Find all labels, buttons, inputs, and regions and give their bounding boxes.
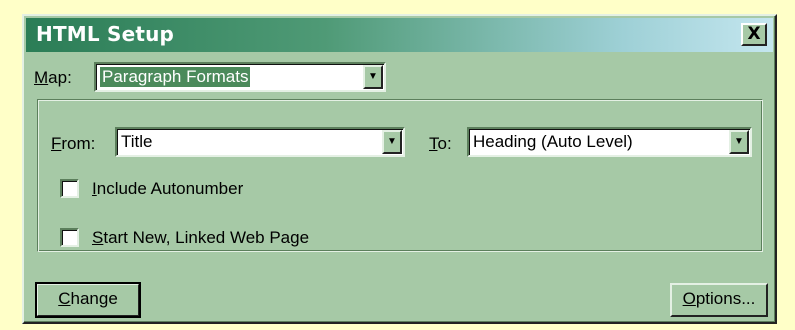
map-label: Map: bbox=[34, 68, 72, 87]
from-select-value: Title bbox=[121, 132, 153, 151]
from-label: From: bbox=[51, 134, 96, 153]
html-setup-dialog: HTML Setup X Map: Paragraph Formats ▼ Fr… bbox=[22, 14, 777, 324]
close-button[interactable]: X bbox=[741, 23, 767, 46]
to-select[interactable]: Heading (Auto Level) ▼ bbox=[467, 127, 752, 157]
map-select-value: Paragraph Formats bbox=[98, 66, 252, 88]
to-label: To: bbox=[429, 134, 452, 153]
dropdown-arrow-icon: ▼ bbox=[368, 71, 378, 82]
include-autonumber-checkbox[interactable] bbox=[60, 179, 79, 198]
dropdown-arrow-icon: ▼ bbox=[387, 136, 397, 147]
include-autonumber-label[interactable]: Include Autonumber bbox=[92, 179, 243, 199]
from-dropdown-button[interactable]: ▼ bbox=[382, 130, 402, 154]
dropdown-arrow-icon: ▼ bbox=[734, 136, 744, 147]
from-select[interactable]: Title ▼ bbox=[115, 127, 405, 157]
start-new-page-checkbox[interactable] bbox=[60, 228, 79, 247]
change-button[interactable]: Change bbox=[35, 282, 141, 318]
start-new-page-label[interactable]: Start New, Linked Web Page bbox=[92, 228, 309, 248]
options-button[interactable]: Options... bbox=[670, 283, 768, 317]
map-select[interactable]: Paragraph Formats ▼ bbox=[94, 62, 386, 92]
dialog-title: HTML Setup bbox=[36, 22, 175, 46]
title-bar[interactable]: HTML Setup X bbox=[26, 18, 773, 52]
to-select-value: Heading (Auto Level) bbox=[473, 132, 633, 151]
to-dropdown-button[interactable]: ▼ bbox=[729, 130, 749, 154]
map-dropdown-button[interactable]: ▼ bbox=[363, 65, 383, 89]
